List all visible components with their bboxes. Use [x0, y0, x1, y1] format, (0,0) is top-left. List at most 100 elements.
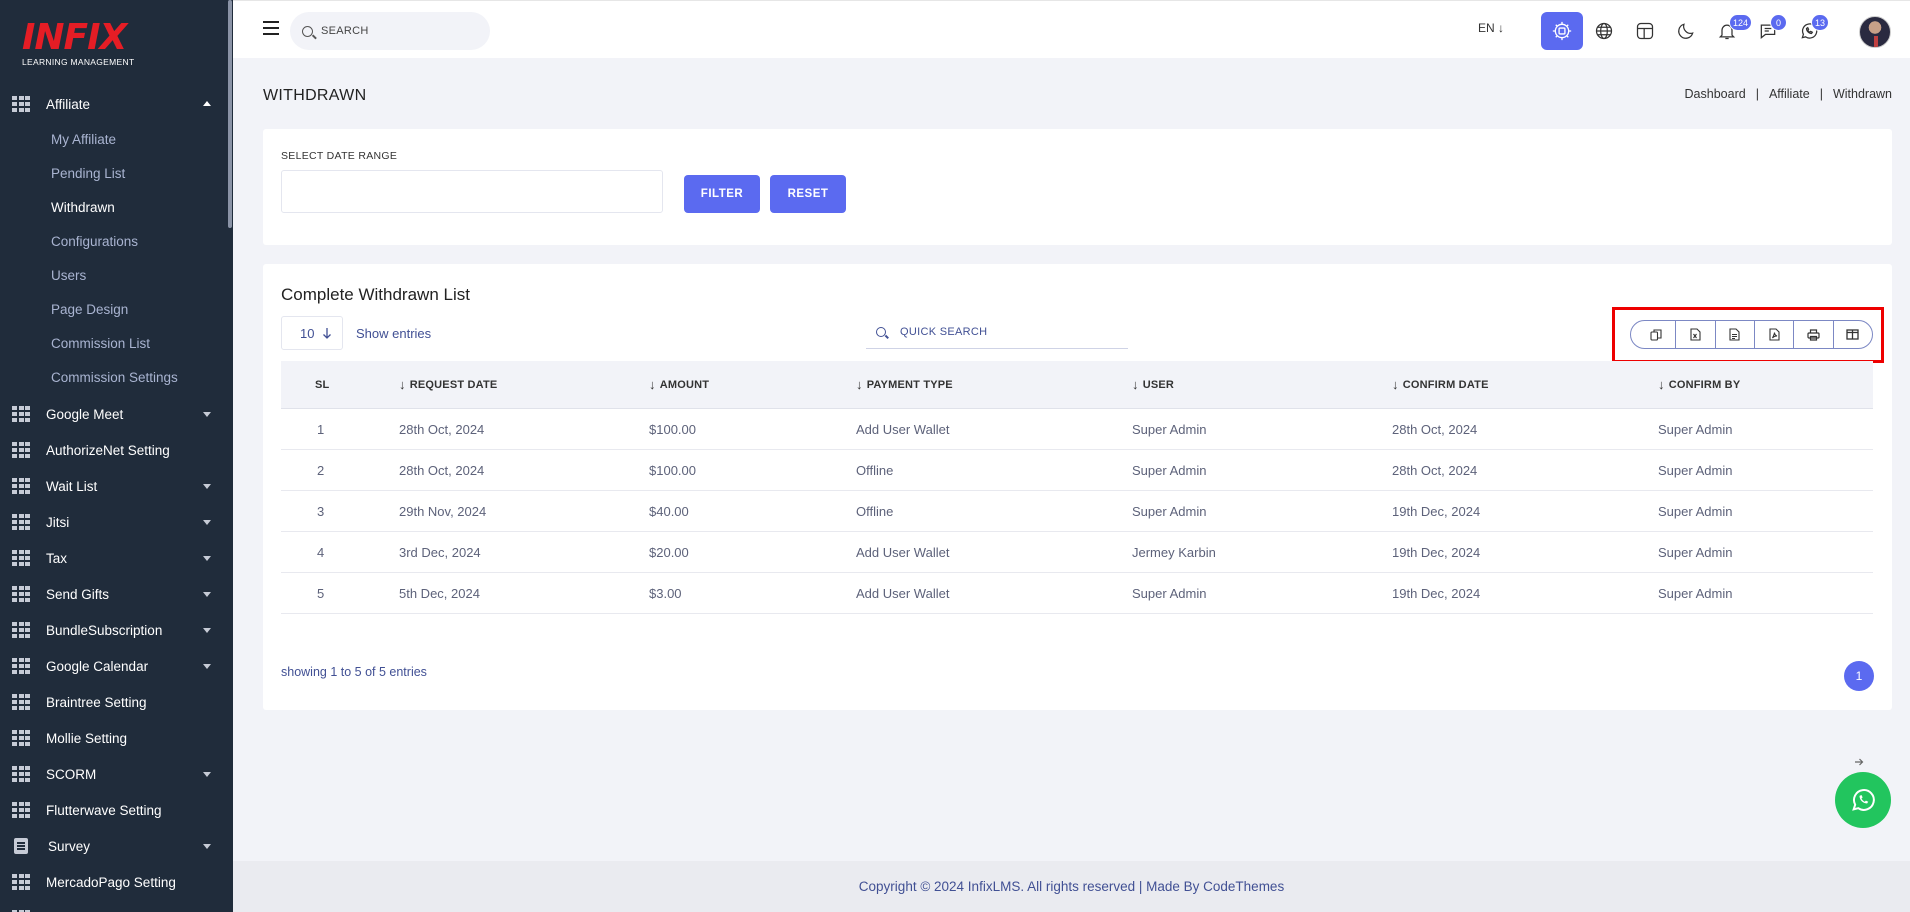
sidebar-subitem-withdrawn[interactable]: Withdrawn: [0, 190, 232, 224]
column-header-payment-type[interactable]: ↓ PAYMENT TYPE: [856, 377, 1132, 392]
chat-button[interactable]: 13: [1788, 12, 1830, 50]
column-header-sl[interactable]: SL: [281, 379, 399, 391]
grid-icon: [12, 658, 30, 674]
grid-icon: [12, 406, 30, 422]
dark-mode-button[interactable]: [1665, 12, 1707, 50]
show-entries-label: Show entries: [356, 326, 432, 341]
pdf-icon: [1769, 328, 1780, 341]
table-cell: 29th Nov, 2024: [399, 503, 487, 519]
sidebar-item-label: Google Calendar: [46, 658, 149, 674]
export-buttons: [1630, 320, 1873, 349]
moon-icon: [1678, 23, 1694, 39]
sidebar-subitem-commission-settings[interactable]: Commission Settings: [0, 360, 232, 394]
page-button-current[interactable]: 1: [1844, 661, 1874, 691]
caret-down-icon: [203, 412, 211, 417]
column-header-confirm-date[interactable]: ↓ CONFIRM DATE: [1392, 377, 1658, 392]
quick-search[interactable]: [866, 315, 1128, 349]
column-header-user[interactable]: ↓ USER: [1132, 377, 1392, 392]
arrow-down-icon: [323, 328, 332, 339]
sidebar-item-send-gifts[interactable]: Send Gifts: [0, 576, 232, 612]
withdrawn-table: SL ↓ REQUEST DATE ↓ AMOUNT ↓ PAYMENT TYPE ↓…: [281, 361, 1873, 614]
table-cell: Super Admin: [1658, 503, 1733, 519]
sidebar-item-jitsi[interactable]: Jitsi: [0, 504, 232, 540]
filter-button[interactable]: FILTER: [684, 175, 760, 213]
pagination: 1: [1844, 661, 1874, 777]
notifications-button[interactable]: 124: [1706, 12, 1753, 50]
breadcrumb: Dashboard | Affiliate | Withdrawn: [1685, 87, 1892, 101]
page-size-select[interactable]: 10: [281, 316, 343, 350]
table-cell: $100.00: [649, 421, 696, 437]
sidebar-item-affiliate[interactable]: Affiliate: [0, 86, 232, 122]
column-header-confirm-by[interactable]: ↓ CONFIRM BY: [1658, 377, 1873, 392]
copy-icon: [1650, 328, 1662, 341]
showing-entries: showing 1 to 5 of 5 entries: [281, 665, 427, 679]
sidebar-item-tax[interactable]: Tax: [0, 540, 232, 576]
logo[interactable]: INFIX LEARNING MANAGEMENT: [22, 20, 135, 68]
table-row: 4 3rd Dec, 2024 $20.00 Add User Wallet Jerme…: [281, 532, 1873, 573]
cpu-button[interactable]: [1541, 12, 1583, 50]
sidebar-subitem-commission-list[interactable]: Commission List: [0, 326, 232, 360]
sidebar-item-label: Google Meet: [46, 406, 124, 422]
avatar[interactable]: [1859, 16, 1891, 48]
sidebar-subitem-users[interactable]: Users: [0, 258, 232, 292]
grid-icon: [12, 514, 30, 530]
column-header-amount[interactable]: ↓ AMOUNT: [649, 377, 856, 392]
table-cell: 3rd Dec, 2024: [399, 544, 481, 560]
table-row: 5 5th Dec, 2024 $3.00 Add User Wallet Super …: [281, 573, 1873, 614]
excel-button[interactable]: [1676, 321, 1716, 348]
breadcrumb-dashboard[interactable]: Dashboard: [1685, 87, 1746, 101]
table-cell: Super Admin: [1658, 544, 1733, 560]
search-bar[interactable]: [290, 12, 490, 50]
affiliate-submenu: My Affiliate Pending List Withdrawn Configu…: [0, 122, 232, 396]
language-selector[interactable]: EN ↓: [1478, 21, 1504, 35]
caret-down-icon: [203, 484, 211, 489]
search-input[interactable]: [321, 25, 471, 37]
filter-card: SELECT DATE RANGE FILTER RESET: [263, 129, 1892, 245]
date-range-input[interactable]: [281, 170, 663, 213]
sidebar-subitem-page-design[interactable]: Page Design: [0, 292, 232, 326]
sidebar-subitem-configurations[interactable]: Configurations: [0, 224, 232, 258]
table-cell: 19th Dec, 2024: [1392, 503, 1481, 519]
sidebar-item-google-meet[interactable]: Google Meet: [0, 396, 232, 432]
message-badge: 0: [1770, 14, 1787, 31]
sidebar-item-authorizenet-setting[interactable]: AuthorizeNet Setting: [0, 432, 232, 468]
sidebar-subitem-my-affiliate[interactable]: My Affiliate: [0, 122, 232, 156]
print-button[interactable]: [1794, 321, 1834, 348]
sidebar-item-bundlesubscription[interactable]: BundleSubscription: [0, 612, 232, 648]
pdf-button[interactable]: [1755, 321, 1795, 348]
table-row: 2 28th Oct, 2024 $100.00 Offline Super Admin…: [281, 450, 1873, 491]
sidebar-item-mollie-setting[interactable]: Mollie Setting: [0, 720, 232, 756]
sidebar-item-google-calendar[interactable]: Google Calendar: [0, 648, 232, 684]
caret-down-icon: [203, 772, 211, 777]
whatsapp-chat-button[interactable]: [1835, 772, 1891, 828]
table-cell: 5: [317, 585, 325, 601]
sidebar-item-braintree-setting[interactable]: Braintree Setting: [0, 684, 232, 720]
reset-button[interactable]: RESET: [770, 175, 846, 213]
columns-button[interactable]: [1834, 321, 1872, 348]
globe-button[interactable]: [1583, 12, 1625, 50]
table-cell: Offline: [856, 503, 894, 519]
logo-subtitle: LEARNING MANAGEMENT: [22, 57, 135, 67]
sidebar-subitem-pending-list[interactable]: Pending List: [0, 156, 232, 190]
table-cell: Add User Wallet: [856, 544, 950, 560]
layout-button[interactable]: [1624, 12, 1666, 50]
page-title: WITHDRAWN: [263, 87, 367, 104]
quick-search-input[interactable]: [900, 325, 1120, 338]
column-header-request-date[interactable]: ↓ REQUEST DATE: [399, 377, 649, 392]
csv-button[interactable]: [1716, 321, 1755, 348]
messages-button[interactable]: 0: [1747, 12, 1789, 50]
sidebar-item-survey[interactable]: Survey: [0, 828, 232, 864]
caret-down-icon: [203, 592, 211, 597]
list-title: Complete Withdrawn List: [281, 285, 470, 304]
sidebar-item-skill-and-pathway[interactable]: Skill And Pathway: [0, 900, 232, 912]
sidebar-item-label: Braintree Setting: [46, 694, 147, 710]
breadcrumb-affiliate[interactable]: Affiliate: [1769, 87, 1810, 101]
hamburger-icon[interactable]: [263, 21, 279, 35]
sidebar-item-flutterwave-setting[interactable]: Flutterwave Setting: [0, 792, 232, 828]
grid-icon: [12, 586, 30, 602]
sidebar-item-mercadopago-setting[interactable]: MercadoPago Setting: [0, 864, 232, 900]
sidebar-item-scorm[interactable]: SCORM: [0, 756, 232, 792]
sidebar-item-wait-list[interactable]: Wait List: [0, 468, 232, 504]
copy-button[interactable]: [1631, 321, 1677, 348]
caret-down-icon: [203, 556, 211, 561]
